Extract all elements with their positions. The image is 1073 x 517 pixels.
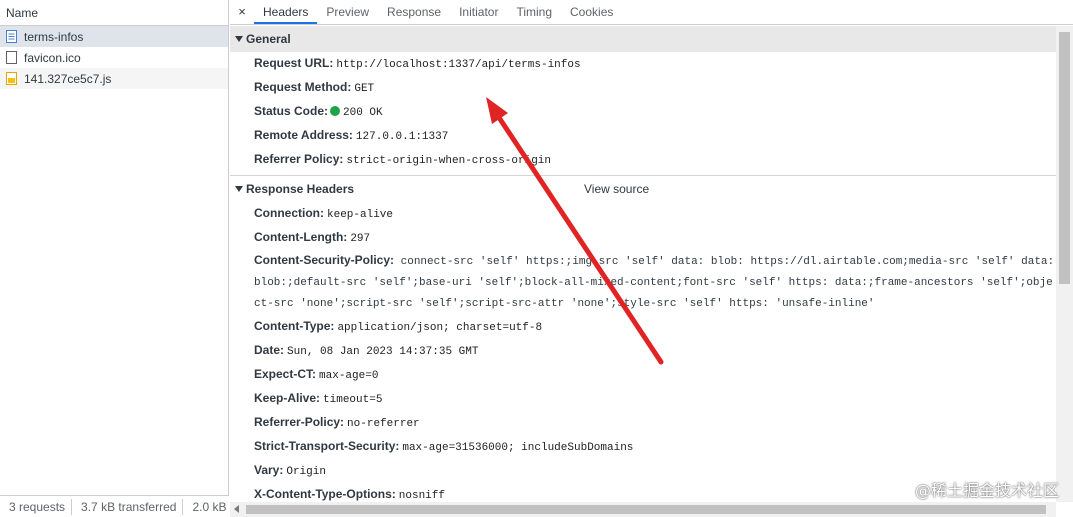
triangle-down-icon [235,36,243,42]
tab-response[interactable]: Response [378,0,450,24]
request-row-favicon[interactable]: favicon.ico [0,47,228,68]
csp-line: blob:;default-src 'self';base-uri 'self'… [254,277,1053,289]
header-value: max-age=0 [319,370,379,382]
connection-row: Connection: keep-alive [230,202,1056,226]
name-column-header[interactable]: Name [0,0,228,26]
header-value: 200 OK [343,107,383,119]
expect-ct-row: Expect-CT: max-age=0 [230,363,1056,387]
header-value: Origin [286,466,326,478]
header-key: Expect-CT: [254,367,317,381]
remote-address-row: Remote Address: 127.0.0.1:1337 [230,124,1056,148]
request-name: 141.327ce5c7.js [24,71,112,86]
header-key: Content-Security-Policy: [254,253,395,267]
request-url-row: Request URL: http://localhost:1337/api/te… [230,52,1056,76]
view-source-link[interactable]: View source [584,176,649,202]
header-key: Referrer Policy: [254,152,344,166]
header-value: max-age=31536000; includeSubDomains [402,442,634,454]
resources-size: 2.0 kB [192,499,227,514]
horizontal-scrollbar[interactable] [230,502,1056,517]
document-icon [6,30,17,43]
header-value: connect-src 'self' https:;img-src 'self'… [400,256,1054,268]
request-details-panel: × Headers Preview Response Initiator Tim… [230,0,1073,517]
response-headers-title: Response Headers [246,182,355,196]
file-icon [6,51,17,64]
header-key: Vary: [254,463,284,477]
header-key: Strict-Transport-Security: [254,439,400,453]
general-title: General [246,32,291,46]
tab-initiator[interactable]: Initiator [450,0,507,24]
header-value: strict-origin-when-cross-origin [346,155,552,167]
status-bar: 3 requests 3.7 kB transferred 2.0 kB [0,495,229,517]
general-section-header[interactable]: General [230,26,1056,52]
header-value: timeout=5 [323,394,383,406]
request-row-terms-infos[interactable]: terms-infos [0,26,228,47]
response-headers-section-header[interactable]: Response Headers View source [230,176,1056,202]
request-row-script[interactable]: 141.327ce5c7.js [0,68,228,89]
referrer-policy-header-row: Referrer-Policy: no-referrer [230,411,1056,435]
close-icon[interactable]: × [230,0,254,24]
csp-line: ct-src 'none';script-src 'self';script-s… [254,298,875,310]
header-value: application/json; charset=utf-8 [337,322,543,334]
header-key: Request URL: [254,56,334,70]
header-value: 297 [350,233,371,245]
request-list-panel: Name terms-infos favicon.ico 141.327ce5c… [0,0,229,517]
scroll-left-arrow-icon[interactable] [234,505,239,513]
header-key: Content-Length: [254,230,348,244]
vertical-scroll-thumb[interactable] [1059,32,1070,284]
header-key: Keep-Alive: [254,391,321,405]
header-value: 127.0.0.1:1337 [355,131,449,143]
tab-headers[interactable]: Headers [254,0,318,24]
header-key: Request Method: [254,80,352,94]
request-name: favicon.ico [24,50,81,65]
status-dot-icon [330,106,341,116]
details-tabbar: × Headers Preview Response Initiator Tim… [230,0,1073,25]
vertical-scrollbar[interactable] [1056,26,1073,502]
watermark: @稀土掘金技术社区 [914,481,1059,500]
header-key: Content-Type: [254,319,335,333]
tab-cookies[interactable]: Cookies [561,0,622,24]
triangle-down-icon [235,186,243,192]
date-row: Date: Sun, 08 Jan 2023 14:37:35 GMT [230,339,1056,363]
headers-content: General Request URL: http://localhost:133… [230,26,1056,502]
keep-alive-row: Keep-Alive: timeout=5 [230,387,1056,411]
sts-row: Strict-Transport-Security: max-age=315360… [230,435,1056,459]
content-length-row: Content-Length: 297 [230,226,1056,250]
header-key: Remote Address: [254,128,353,142]
status-code-row: Status Code: 200 OK [230,100,1056,124]
header-value: nosniff [398,490,445,502]
referrer-policy-row: Referrer Policy: strict-origin-when-cross… [230,148,1056,172]
content-type-row: Content-Type: application/json; charset=u… [230,315,1056,339]
header-key: X-Content-Type-Options: [254,487,396,501]
header-value: keep-alive [327,209,394,221]
header-value: no-referrer [347,418,420,430]
request-count: 3 requests [0,498,73,515]
horizontal-scroll-thumb[interactable] [246,505,1046,514]
request-name: terms-infos [24,29,84,44]
tab-preview[interactable]: Preview [317,0,378,24]
csp-line: Content-Security-Policy: connect-src 'se… [254,250,1054,273]
header-value: GET [354,83,375,95]
header-value: http://localhost:1337/api/terms-infos [336,59,581,71]
csp-row: Content-Security-Policy: connect-src 'se… [230,250,1056,315]
request-method-row: Request Method: GET [230,76,1056,100]
header-key: Status Code: [254,104,329,118]
header-key: Connection: [254,206,324,220]
script-file-icon [6,72,17,85]
header-value: Sun, 08 Jan 2023 14:37:35 GMT [287,346,479,358]
header-key: Referrer-Policy: [254,415,345,429]
header-key: Date: [254,343,285,357]
tab-timing[interactable]: Timing [507,0,561,24]
transferred-size: 3.7 kB transferred [72,498,184,515]
